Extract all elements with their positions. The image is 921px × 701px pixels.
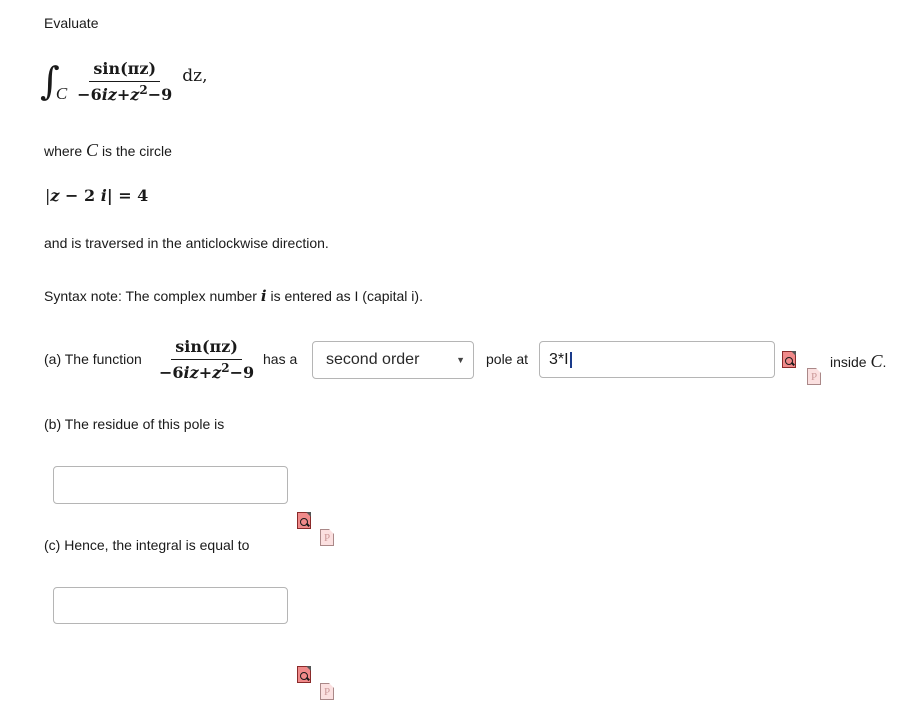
preview-answer-icon[interactable] <box>297 666 311 683</box>
preview-answer-icon[interactable] <box>297 512 311 529</box>
inside-c-text: inside C. <box>830 351 887 371</box>
has-a-text: has a <box>263 351 298 367</box>
pole-at-label: pole at <box>486 351 529 367</box>
integrand-numerator: sin(πz) <box>89 59 161 82</box>
text-cursor <box>569 351 572 368</box>
differential: dz, <box>182 66 208 86</box>
integrand-denominator: −6iz+z2−9 <box>77 82 173 104</box>
part-a-fraction: sin(πz) −6iz+z2−9 <box>159 337 255 382</box>
help-document-icon[interactable]: P <box>320 529 334 546</box>
integral-value-input[interactable] <box>53 587 288 624</box>
part-c-label: (c) Hence, the integral is equal to <box>44 537 250 553</box>
intro-text: Evaluate <box>44 15 99 31</box>
where-var: C <box>86 140 99 160</box>
part-b-label: (b) The residue of this pole is <box>44 416 225 432</box>
integral-expression: ∫ C sin(πz) −6iz+z2−9 dz, <box>40 58 208 104</box>
pole-order-select[interactable]: second order ▼ <box>312 341 474 379</box>
syntax-note: Syntax note: The complex number i is ent… <box>44 287 423 305</box>
direction-text: and is traversed in the anticlockwise di… <box>44 235 329 251</box>
help-document-icon[interactable]: P <box>807 368 821 385</box>
part-a-prefix: (a) The function <box>44 351 142 367</box>
circle-equation: |z − 2 i| = 4 <box>45 186 149 205</box>
where-text: where C is the circle <box>44 140 172 160</box>
pole-order-selected: second order <box>326 351 420 368</box>
part-a-function: sin(πz) −6iz+z2−9 <box>155 337 258 382</box>
preview-answer-icon[interactable] <box>782 351 796 368</box>
residue-input[interactable] <box>53 466 288 504</box>
chevron-down-icon: ▼ <box>456 355 465 365</box>
contour-label: C <box>55 84 68 103</box>
integrand-fraction: sin(πz) −6iz+z2−9 <box>73 59 176 104</box>
help-document-icon[interactable]: P <box>320 683 334 700</box>
pole-location-input[interactable]: 3*I <box>539 341 775 378</box>
